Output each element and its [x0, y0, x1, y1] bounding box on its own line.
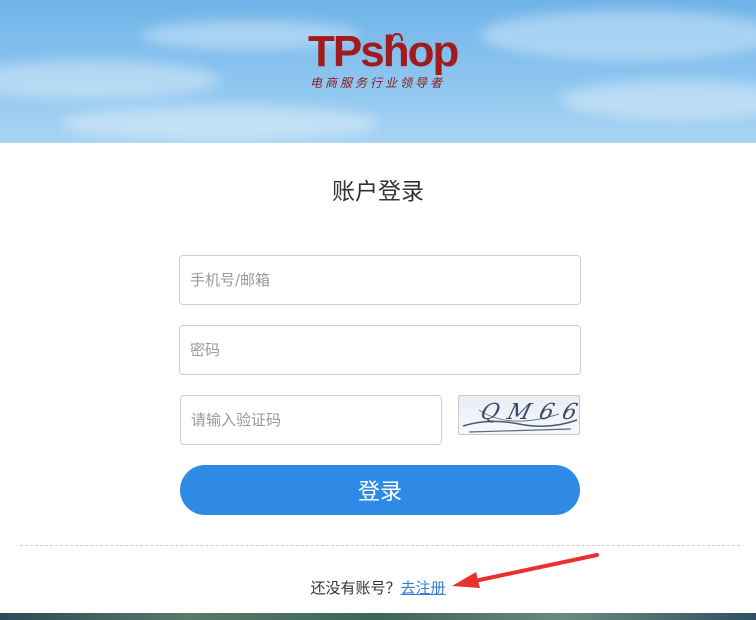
cloud: [560, 80, 756, 120]
cloud: [60, 105, 380, 141]
register-prompt-line: 还没有账号？去注册: [0, 577, 756, 598]
logo-tagline: 电商服务行业领导者: [310, 76, 446, 90]
login-button[interactable]: 登录: [180, 465, 580, 515]
captcha-text: QM66: [477, 400, 580, 425]
shopping-bag-icon: [391, 32, 403, 42]
register-link[interactable]: 去注册: [401, 579, 446, 597]
captcha-input[interactable]: [180, 395, 442, 445]
password-input[interactable]: [179, 325, 581, 375]
red-arrow-icon: [452, 553, 599, 588]
divider: [20, 545, 740, 546]
cloud: [0, 60, 220, 100]
register-prompt: 还没有账号？: [310, 579, 401, 597]
tpshop-logo: TPshop 电商服务行业领导者: [308, 27, 459, 91]
logo-text: TPshop: [308, 27, 459, 76]
captcha-image[interactable]: QM66: [458, 395, 580, 435]
page-title: 账户登录: [332, 179, 424, 205]
cloud: [480, 10, 756, 60]
phone-email-input[interactable]: [179, 255, 581, 305]
bottom-scenery-strip: [0, 613, 756, 620]
header-banner: TPshop 电商服务行业领导者: [0, 0, 756, 143]
